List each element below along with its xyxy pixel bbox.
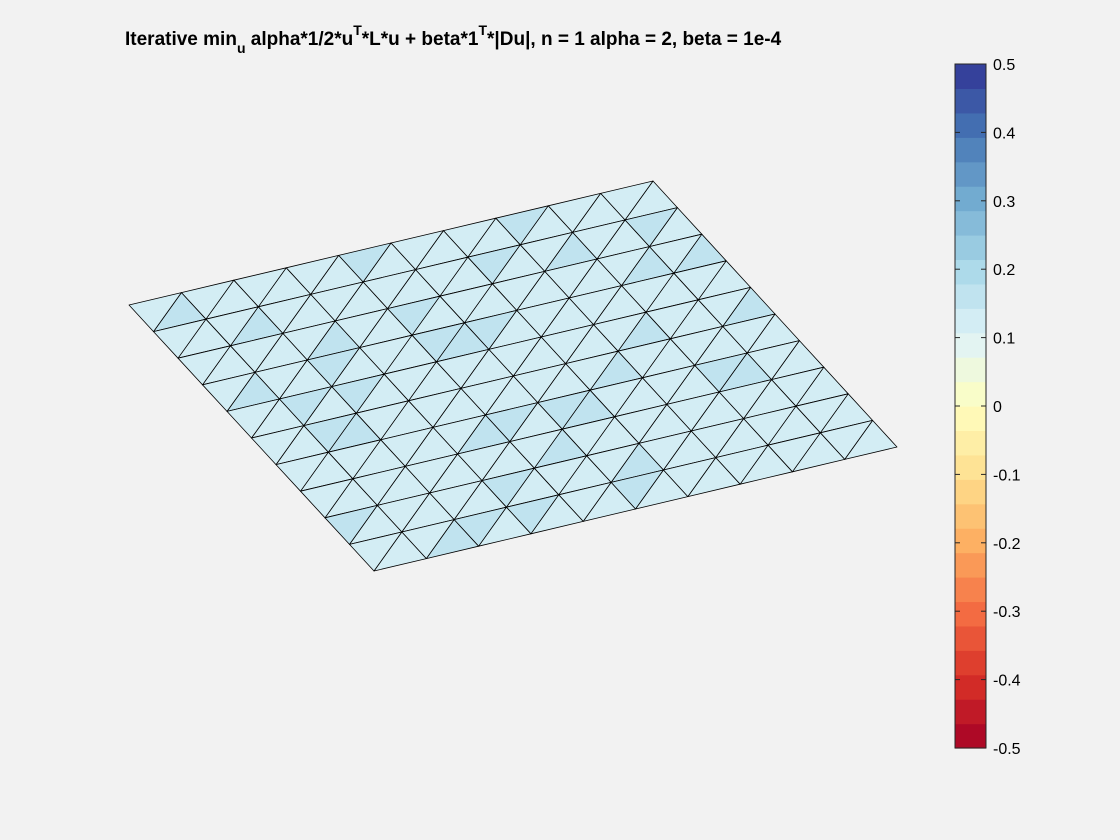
- colorbar-tick-label: -0.5: [993, 741, 1021, 758]
- colorbar-tick-label: 0: [993, 399, 1002, 416]
- colorbar-band: [955, 259, 986, 285]
- colorbar-tick-label: 0.3: [993, 194, 1015, 211]
- colorbar-tick-label: -0.4: [993, 673, 1021, 690]
- colorbar-band: [955, 186, 986, 212]
- colorbar-band: [955, 601, 986, 627]
- colorbar-band: [955, 625, 986, 651]
- colorbar-band: [955, 235, 986, 261]
- colorbar-tick-label: 0.1: [993, 331, 1015, 348]
- colorbar-band: [955, 406, 986, 432]
- colorbar-band: [955, 552, 986, 578]
- colorbar-band: [955, 674, 986, 700]
- colorbar-band: [955, 577, 986, 603]
- colorbar-band: [955, 723, 986, 749]
- mesh-surface: [128, 180, 898, 572]
- colorbar-tick-label: -0.3: [993, 604, 1021, 621]
- colorbar-band: [955, 528, 986, 554]
- colorbar-tick-label: -0.1: [993, 467, 1021, 484]
- colorbar-band: [955, 454, 986, 480]
- colorbar: 0.5 0.4 0.3 0.2 0.1 0 -0.1 -0.2 -0.3 -0.4 -0.5: [954, 57, 1021, 758]
- colorbar-band: [955, 210, 986, 236]
- colorbar-band: [955, 650, 986, 676]
- figure: Iterative minu alpha*1/2*uT*L*u + beta*1…: [125, 22, 1021, 758]
- colorbar-band: [955, 308, 986, 334]
- colorbar-band: [955, 283, 986, 309]
- colorbar-band: [955, 381, 986, 407]
- colorbar-band: [955, 112, 986, 138]
- colorbar-band: [955, 479, 986, 505]
- colorbar-band: [955, 430, 986, 456]
- colorbar-band: [955, 503, 986, 529]
- colorbar-band: [955, 64, 986, 90]
- colorbar-band: [955, 699, 986, 725]
- colorbar-band: [955, 357, 986, 383]
- colorbar-band: [955, 137, 986, 163]
- colorbar-tick-label: 0.2: [993, 262, 1015, 279]
- chart-title: Iterative minu alpha*1/2*uT*L*u + beta*1…: [125, 22, 782, 56]
- colorbar-tick-label: 0.5: [993, 57, 1015, 74]
- colorbar-tick-label: -0.2: [993, 536, 1021, 553]
- colorbar-band: [955, 88, 986, 114]
- colorbar-band: [955, 332, 986, 358]
- colorbar-tick-label: 0.4: [993, 125, 1015, 142]
- colorbar-band: [955, 161, 986, 187]
